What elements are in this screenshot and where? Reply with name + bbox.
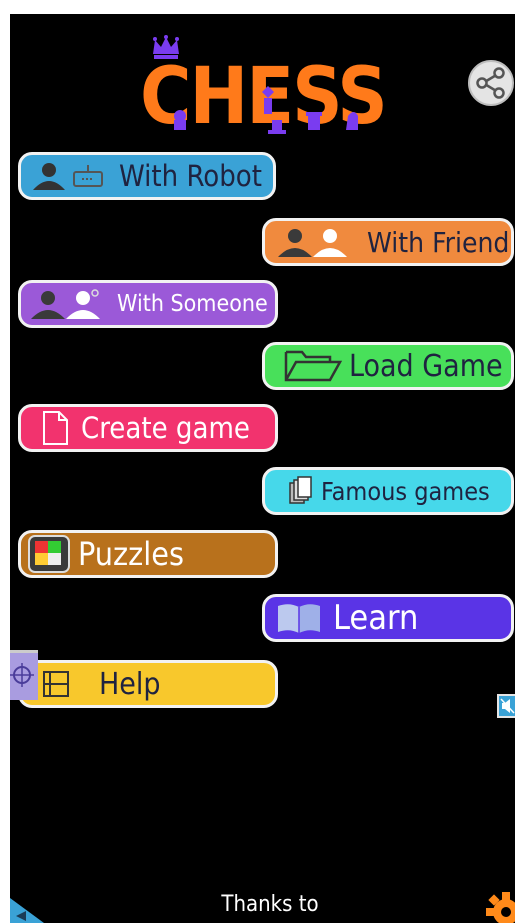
share-icon xyxy=(476,67,505,99)
puzzles-button[interactable]: Puzzles xyxy=(18,530,278,578)
target-icon xyxy=(10,663,34,687)
learn-button[interactable]: Learn xyxy=(262,594,514,642)
mute-icon xyxy=(500,698,515,714)
robot-icon xyxy=(73,165,103,187)
with-friend-button[interactable]: With Friend xyxy=(262,218,514,266)
puzzles-label: Puzzles xyxy=(78,535,184,573)
share-button[interactable] xyxy=(468,60,514,106)
help-button[interactable]: Help xyxy=(18,660,278,708)
create-game-button[interactable]: Create game xyxy=(18,404,278,452)
mute-toggle[interactable] xyxy=(497,694,515,718)
famous-games-button[interactable]: Famous games xyxy=(262,467,514,515)
chess-logo: CHESS xyxy=(140,34,388,144)
famous-games-label: Famous games xyxy=(321,476,490,506)
with-someone-button[interactable]: With Someone xyxy=(18,280,278,328)
friend-icon xyxy=(278,229,347,257)
with-someone-label: With Someone xyxy=(117,291,268,317)
back-arrow-icon[interactable] xyxy=(10,886,50,923)
user-icon xyxy=(33,163,65,190)
someone-icon xyxy=(31,289,100,319)
thanks-to-link[interactable]: Thanks to xyxy=(200,892,340,917)
book-icon xyxy=(278,604,320,633)
cards-icon xyxy=(289,476,312,504)
with-robot-label: With Robot xyxy=(119,159,262,193)
create-game-label: Create game xyxy=(81,411,250,445)
app-screen: CHESS With Robot With Friend With Someon… xyxy=(10,14,515,923)
folder-icon xyxy=(284,350,343,382)
load-game-button[interactable]: Load Game xyxy=(262,342,514,390)
with-robot-button[interactable]: With Robot xyxy=(18,152,276,200)
learn-label: Learn xyxy=(333,598,419,638)
with-friend-label: With Friend xyxy=(367,225,510,259)
puzzle-icon xyxy=(28,535,70,573)
load-game-label: Load Game xyxy=(349,348,503,384)
side-badge[interactable] xyxy=(10,650,38,700)
film-icon xyxy=(43,671,69,697)
help-label: Help xyxy=(99,666,161,702)
document-icon xyxy=(43,411,68,445)
gear-icon[interactable] xyxy=(480,886,515,923)
chess-pieces-icon xyxy=(174,86,358,134)
